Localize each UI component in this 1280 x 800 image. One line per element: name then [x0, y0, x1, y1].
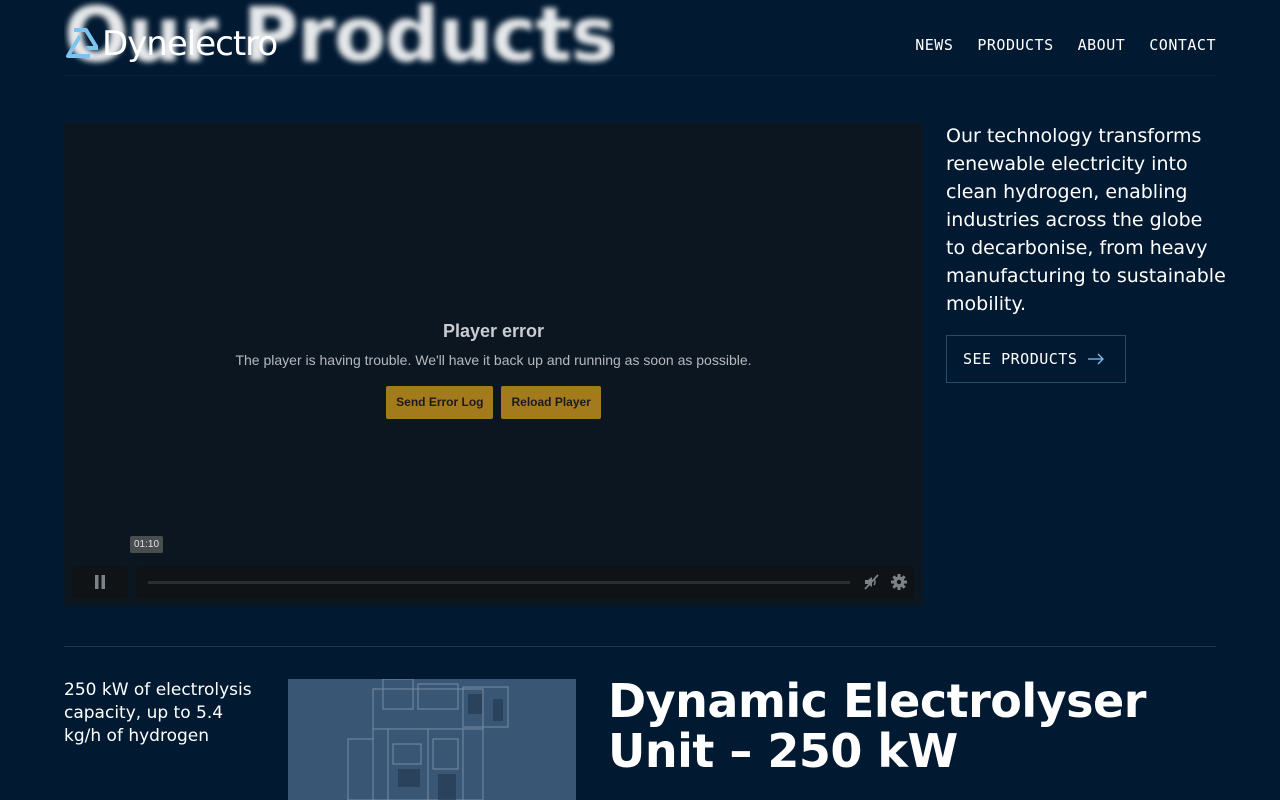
header-divider [64, 75, 1216, 76]
intro-text: Our technology transforms renewable elec… [946, 125, 1226, 315]
player-error-actions: Send Error Log Reload Player [64, 386, 923, 419]
progress-track[interactable] [148, 581, 850, 584]
pause-button[interactable] [72, 566, 128, 598]
send-error-log-button[interactable]: Send Error Log [386, 386, 494, 419]
see-products-label: SEE PRODUCTS [963, 350, 1078, 368]
brand-logo[interactable]: Dynelectro [64, 24, 278, 64]
nav-contact[interactable]: CONTACT [1149, 36, 1216, 54]
site-header: Our Products Dynelectro NEWS PRODUCTS AB… [0, 0, 1280, 79]
electrolyser-unit-drawing [288, 679, 576, 800]
time-tooltip: 01:10 [130, 536, 164, 553]
video-player[interactable]: Player error The player is having troubl… [64, 123, 923, 606]
brand-name: Dynelectro [102, 24, 278, 64]
main-nav: NEWS PRODUCTS ABOUT CONTACT [915, 36, 1216, 54]
dynelectro-mark-icon [66, 28, 98, 58]
pause-icon [95, 575, 105, 589]
reload-player-button[interactable]: Reload Player [501, 386, 601, 419]
progress-bar[interactable]: 01:10 [130, 536, 914, 598]
nav-about[interactable]: ABOUT [1078, 36, 1126, 54]
player-controls: 01:10 [72, 536, 914, 598]
arrow-right-icon [1088, 353, 1105, 365]
gear-icon[interactable] [890, 573, 908, 591]
nav-news[interactable]: NEWS [915, 36, 953, 54]
player-error-title: Player error [442, 321, 545, 341]
section-divider [64, 646, 1216, 647]
player-error-panel: Player error The player is having troubl… [64, 321, 923, 419]
player-error-message: The player is having trouble. We'll have… [235, 352, 752, 368]
muted-icon[interactable] [862, 573, 880, 591]
see-products-button[interactable]: SEE PRODUCTS [946, 335, 1126, 383]
electrolyser-unit-image[interactable] [288, 679, 576, 800]
product-capacity: 250 kW of electrolysis capacity, up to 5… [64, 680, 252, 746]
nav-products[interactable]: PRODUCTS [977, 36, 1053, 54]
product-title: Dynamic Electrolyser Unit – 250 kW [608, 674, 1146, 778]
